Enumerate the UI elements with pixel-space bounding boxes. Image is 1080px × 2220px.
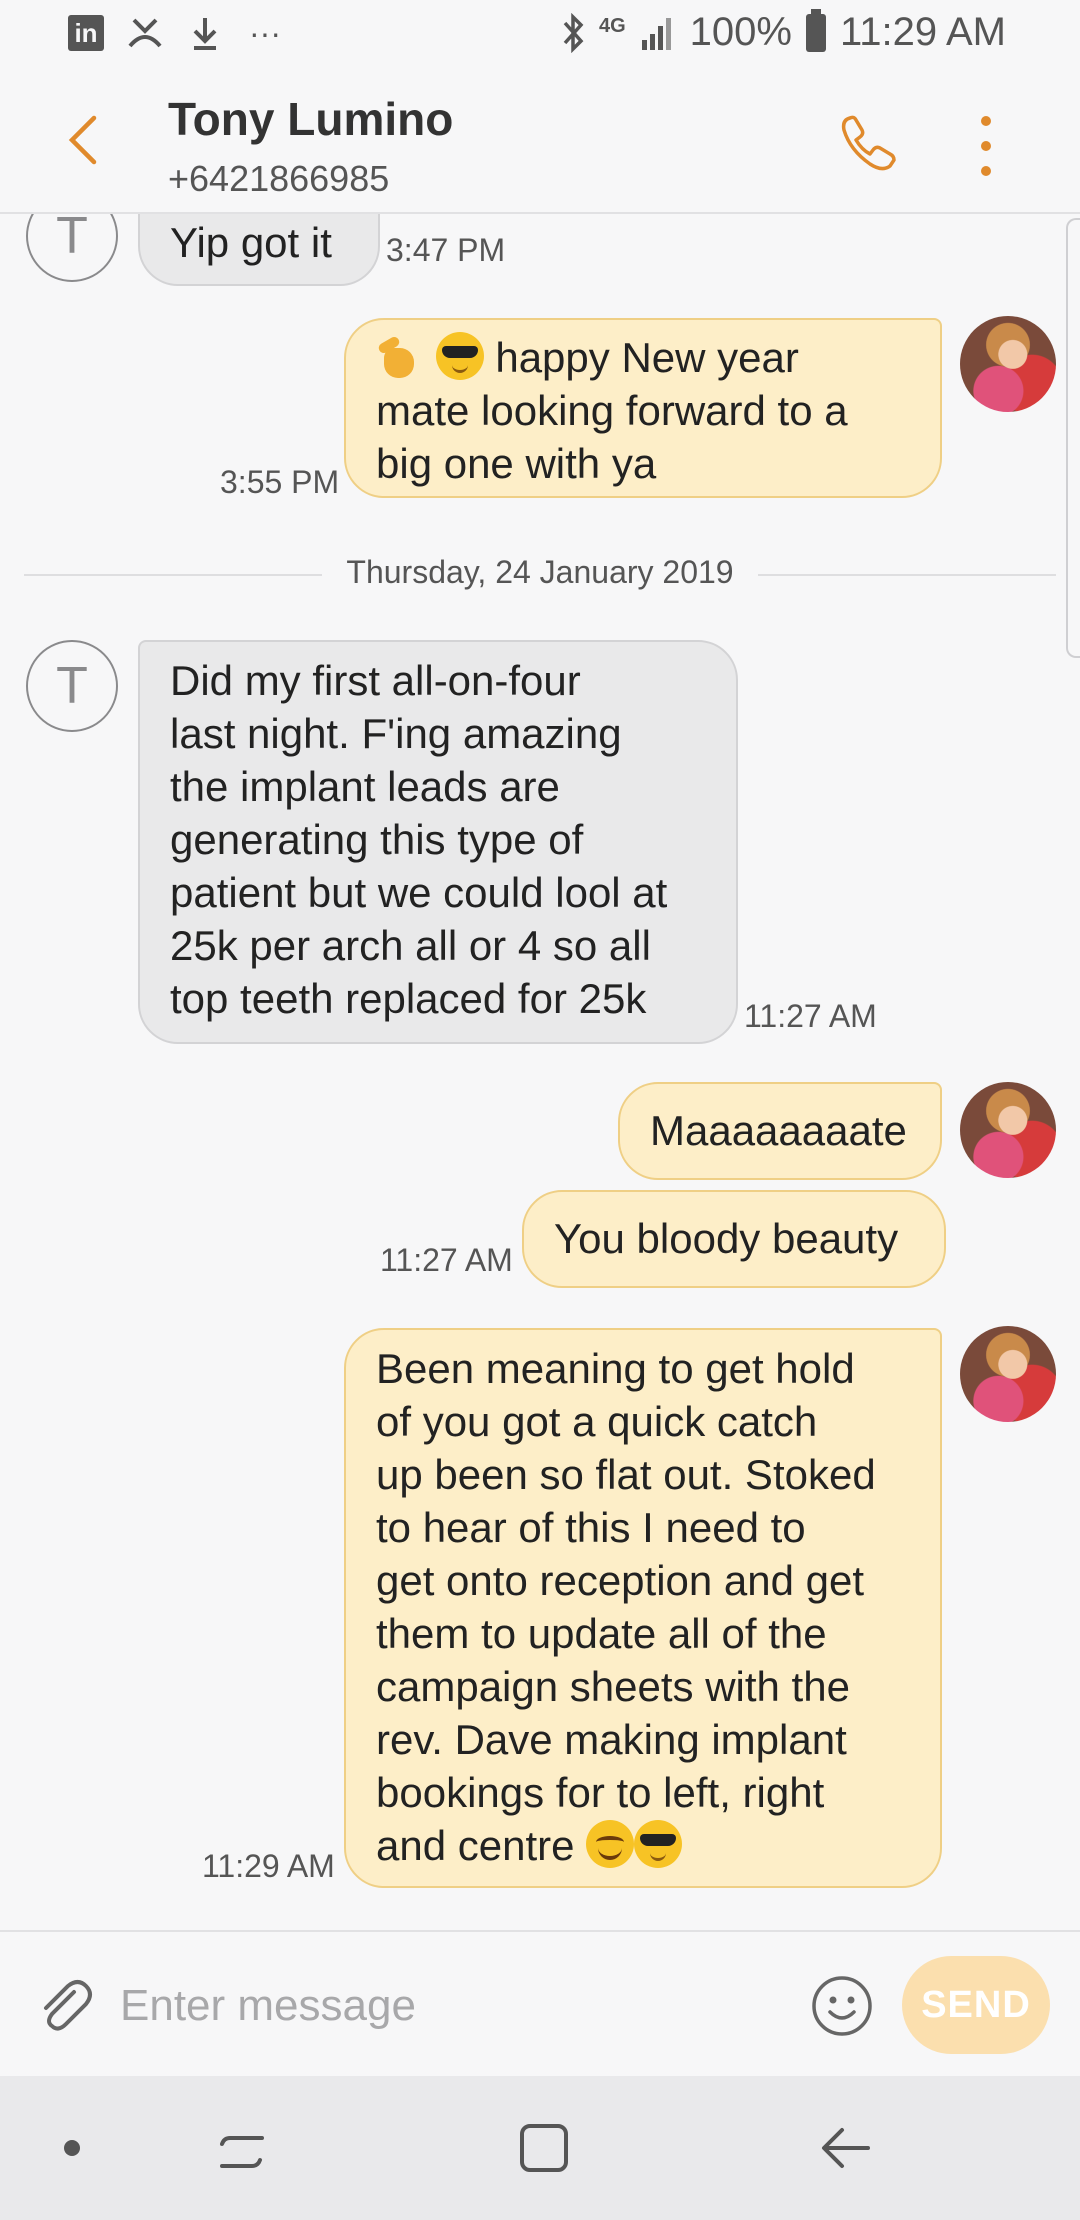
home-button[interactable]: [512, 2116, 576, 2180]
message-line: 25k per arch all or 4 so all: [170, 922, 651, 969]
contact-avatar[interactable]: T: [26, 640, 118, 732]
message-line: to hear of this I need to: [376, 1504, 806, 1551]
nav-dot-button[interactable]: [40, 2116, 104, 2180]
chevron-left-icon: [68, 115, 97, 165]
send-button[interactable]: SEND: [902, 1956, 1050, 2054]
message-line: bookings for to left, right: [376, 1769, 825, 1816]
battery-icon: [805, 8, 826, 52]
message-line: of you got a quick catch: [376, 1398, 818, 1445]
dot-icon: [981, 166, 991, 176]
back-nav-button[interactable]: [814, 2116, 878, 2180]
message-line: generating this type of: [170, 816, 584, 863]
message-line: get onto reception and get: [376, 1557, 865, 1604]
message-bubble-outgoing[interactable]: Maaaaaaaate: [618, 1082, 942, 1180]
contact-avatar[interactable]: T: [26, 214, 118, 282]
system-indicators: 4G 100% 11:29 AM: [561, 8, 1006, 55]
sunglasses-emoji: [435, 332, 484, 380]
message-text: happy New year: [495, 334, 799, 381]
recent-apps-button[interactable]: [210, 2116, 274, 2180]
message-line: big one with ya: [376, 440, 657, 487]
message-timestamp: 11:27 AM: [380, 1242, 513, 1278]
message-line: the implant leads are: [170, 763, 560, 810]
message-bubble-incoming[interactable]: Yip got it: [138, 214, 380, 286]
back-arrow-icon: [822, 2128, 870, 2168]
back-button[interactable]: [56, 110, 116, 170]
linkedin-icon: in: [68, 15, 104, 51]
user-avatar[interactable]: [960, 1082, 1056, 1178]
phone-icon: [841, 115, 896, 171]
message-text: You bloody beauty: [554, 1215, 899, 1262]
message-bubble-outgoing[interactable]: You bloody beauty: [522, 1190, 946, 1288]
home-icon: [520, 2124, 568, 2172]
attach-button[interactable]: [34, 1974, 96, 2036]
dot-icon: [981, 116, 991, 126]
message-text: Maaaaaaaate: [650, 1107, 907, 1154]
message-bubble-outgoing[interactable]: Been meaning to get hold of you got a qu…: [344, 1328, 942, 1888]
message-bubble-incoming[interactable]: Did my first all-on-four last night. F'i…: [138, 640, 738, 1044]
message-composer: SEND: [0, 1930, 1080, 2076]
message-timestamp: 11:27 AM: [744, 998, 877, 1034]
status-bar: in ··· 4G 100% 11:29 AM: [0, 0, 1080, 72]
bluetooth-icon: [563, 12, 584, 53]
message-line: patient but we could lool at: [170, 869, 668, 916]
date-separator: Thursday, 24 January 2019: [24, 554, 1056, 594]
message-input[interactable]: [120, 1968, 780, 2044]
message-line: them to update all of the: [376, 1610, 827, 1657]
user-avatar[interactable]: [960, 316, 1056, 412]
message-line: Did my first all-on-four: [170, 657, 581, 704]
message-timestamp: 3:55 PM: [220, 464, 340, 500]
message-line: campaign sheets with the: [376, 1663, 850, 1710]
scrollbar[interactable]: [1066, 218, 1080, 658]
message-text: and centre: [376, 1822, 575, 1869]
contact-name: Tony Lumino: [168, 93, 454, 145]
smiling-emoji: [586, 1820, 635, 1868]
battery-percent: 100%: [689, 10, 792, 54]
message-line: up been so flat out. Stoked: [376, 1451, 876, 1498]
smiley-icon: [812, 1976, 872, 2036]
message-line: and centre: [376, 1819, 910, 1872]
missed-call-icon: [126, 14, 164, 52]
message-bubble-outgoing[interactable]: happy New year mate looking forward to a…: [344, 318, 942, 498]
more-notifications-icon: ···: [249, 14, 281, 51]
message-line: last night. F'ing amazing: [170, 710, 622, 757]
message-line: mate looking forward to a: [376, 387, 848, 434]
dot-icon: [64, 2140, 80, 2156]
message-timestamp: 11:29 AM: [202, 1848, 335, 1884]
network-type: 4G: [598, 15, 626, 37]
message-text: Yip got it: [170, 219, 332, 266]
date-label: Thursday, 24 January 2019: [346, 554, 734, 590]
emoji-button[interactable]: [810, 1974, 874, 2038]
call-button[interactable]: [836, 110, 902, 176]
message-line: rev. Dave making implant: [376, 1716, 847, 1763]
signal-icon: [641, 17, 671, 50]
more-options-button[interactable]: [966, 116, 1006, 176]
dot-icon: [981, 141, 991, 151]
message-timestamp: 3:47 PM: [386, 232, 506, 268]
sunglasses-emoji: [634, 1820, 683, 1868]
pointing-hand-emoji: [376, 332, 424, 380]
download-icon: [186, 14, 224, 52]
message-line: top teeth replaced for 25k: [170, 975, 647, 1022]
recent-apps-icon: [220, 2136, 264, 2168]
clock: 11:29 AM: [839, 10, 1006, 54]
paperclip-icon: [44, 1980, 92, 2031]
message-thread[interactable]: T Yip got it 3:47 PM 3:55 PM happy New y…: [0, 214, 1080, 1930]
message-line: happy New year: [376, 331, 910, 384]
navigation-bar: [0, 2076, 1080, 2220]
contact-number: +6421866985: [168, 158, 390, 199]
message-line: Been meaning to get hold: [376, 1345, 855, 1392]
user-avatar[interactable]: [960, 1326, 1056, 1422]
conversation-header: Tony Lumino +6421866985: [0, 72, 1080, 214]
notification-icons: in ···: [68, 14, 284, 52]
